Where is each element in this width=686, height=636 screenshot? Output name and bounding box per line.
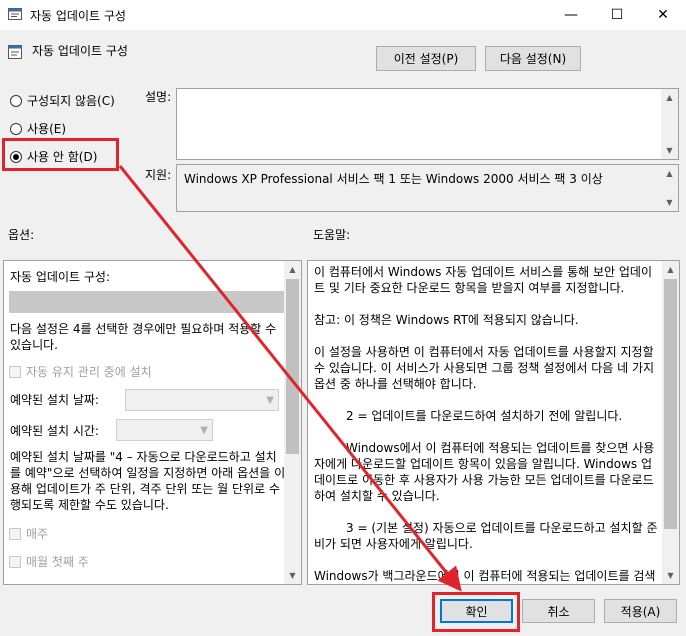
annotation-arrow — [118, 165, 462, 592]
